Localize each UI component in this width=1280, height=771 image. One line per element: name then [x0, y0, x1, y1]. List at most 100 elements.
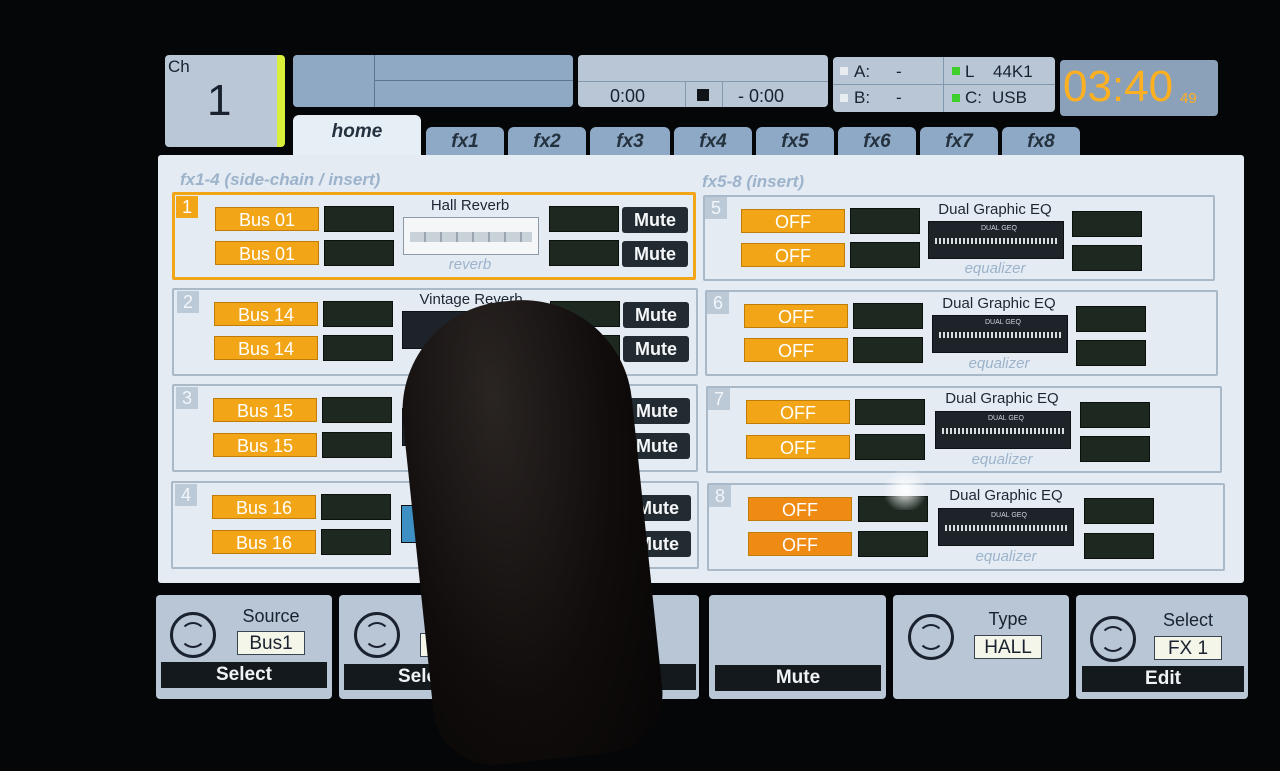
fx-name: Dual Graphic EQ: [942, 295, 1056, 312]
sample-rate-led-icon: [952, 67, 960, 75]
fx-name: Hall Reverb: [430, 197, 510, 214]
input-meter-b: [850, 242, 920, 268]
fx-name: Dual Graphic EQ: [945, 390, 1059, 407]
fx-source-b[interactable]: Bus 01: [215, 241, 319, 265]
rotary-encoder-icon[interactable]: [170, 612, 216, 658]
input-a-label: A:: [854, 62, 871, 81]
fx-thumbnail-caption: DUAL GEQ: [985, 319, 1021, 326]
tab-home[interactable]: home: [293, 115, 421, 157]
edit-button[interactable]: Edit: [1082, 666, 1244, 692]
tab-fx4[interactable]: fx4: [674, 127, 752, 157]
control-label: Select: [1162, 610, 1214, 630]
control-value: FX 1: [1154, 636, 1222, 660]
fx-type: reverb: [448, 256, 492, 273]
output-meter-b: [1084, 533, 1154, 559]
divider: [833, 84, 1055, 85]
fx-type: equalizer: [968, 355, 1030, 372]
fx-source-b[interactable]: OFF: [746, 435, 850, 459]
fx-source-b[interactable]: Bus 16: [212, 530, 316, 554]
divider: [374, 55, 375, 107]
input-b-label: B:: [854, 88, 871, 107]
tab-fx2[interactable]: fx2: [508, 127, 586, 157]
rotary-encoder-icon[interactable]: [1090, 616, 1136, 662]
tab-fx7[interactable]: fx7: [920, 127, 998, 157]
rotary-encoder-icon[interactable]: [908, 614, 954, 660]
fx-slot-number: 1: [176, 196, 198, 218]
fx-source-a[interactable]: Bus 16: [212, 495, 316, 519]
input-b-value: -: [896, 88, 902, 107]
rotary-encoder-icon[interactable]: [354, 612, 400, 658]
channel-name-display: [293, 55, 573, 107]
divider: [943, 57, 944, 112]
clock-time: 03:40: [1063, 62, 1174, 111]
output-meter-a: [1076, 306, 1146, 332]
input-a-value: -: [896, 62, 902, 81]
tab-fx1[interactable]: fx1: [426, 127, 504, 157]
fx-source-b[interactable]: OFF: [744, 338, 848, 362]
fx-type: equalizer: [971, 451, 1033, 468]
sample-rate-value: 44K1: [993, 62, 1033, 81]
fx-thumbnail[interactable]: DUAL GEQ: [935, 411, 1071, 449]
fx-source-a[interactable]: Bus 15: [213, 398, 317, 422]
mute-button[interactable]: Mute: [622, 241, 688, 267]
fx-source-a[interactable]: Bus 01: [215, 207, 319, 231]
fx-slot-number: 2: [177, 291, 199, 313]
channel-number: 1: [207, 76, 232, 125]
fx-source-b[interactable]: OFF: [741, 243, 845, 267]
fx-source-b[interactable]: Bus 14: [214, 336, 318, 360]
input-meter-b: [322, 432, 392, 458]
input-meter-b: [323, 335, 393, 361]
input-meter-a: [850, 208, 920, 234]
mute-button[interactable]: Mute: [623, 336, 689, 362]
clock-seconds: 49: [1180, 90, 1197, 107]
input-meter-b: [324, 240, 394, 266]
section-title-fx1-4: fx1-4 (side-chain / insert): [180, 170, 381, 189]
card-value: USB: [992, 88, 1027, 107]
tab-fx5[interactable]: fx5: [756, 127, 834, 157]
fx-thumbnail-caption: DUAL GEQ: [981, 225, 1017, 232]
fx-source-a[interactable]: OFF: [744, 304, 848, 328]
tab-fx8[interactable]: fx8: [1002, 127, 1080, 157]
fx-source-b[interactable]: Bus 15: [213, 433, 317, 457]
input-meter-b: [855, 434, 925, 460]
fx-thumbnail[interactable]: DUAL GEQ: [932, 315, 1068, 353]
output-meter-a: [1084, 498, 1154, 524]
select-button[interactable]: Select: [161, 662, 327, 688]
divider: [685, 82, 686, 107]
output-meter-a: [1080, 402, 1150, 428]
fx-thumbnail[interactable]: [403, 217, 539, 255]
mute-button[interactable]: Mute: [622, 207, 688, 233]
stop-icon[interactable]: [697, 89, 709, 101]
fx-source-a[interactable]: OFF: [741, 209, 845, 233]
fx-source-b[interactable]: OFF: [748, 532, 852, 556]
fx-thumbnail-caption: DUAL GEQ: [988, 415, 1024, 422]
mute-button[interactable]: Mute: [715, 665, 881, 691]
input-meter-a: [322, 397, 392, 423]
fx-thumbnail[interactable]: DUAL GEQ: [928, 221, 1064, 259]
fx-thumbnail[interactable]: DUAL GEQ: [938, 508, 1074, 546]
tab-fx6[interactable]: fx6: [838, 127, 916, 157]
output-meter-b: [1072, 245, 1142, 271]
mute-button[interactable]: Mute: [623, 302, 689, 328]
screen-glare: [880, 470, 930, 510]
fx-type: equalizer: [975, 548, 1037, 565]
input-a-led-icon: [840, 67, 848, 75]
transport-current-time: 0:00: [610, 86, 646, 106]
fx-source-a[interactable]: Bus 14: [214, 302, 318, 326]
fx-source-a[interactable]: OFF: [748, 497, 852, 521]
output-meter-b: [1076, 340, 1146, 366]
input-meter-a: [323, 301, 393, 327]
input-meter-b: [858, 531, 928, 557]
channel-label: Ch: [168, 57, 190, 76]
fx-slot-number: 6: [707, 292, 729, 314]
control-value: Bus1: [237, 631, 305, 655]
input-meter-b: [321, 529, 391, 555]
fx-source-a[interactable]: OFF: [746, 400, 850, 424]
tab-fx3[interactable]: fx3: [590, 127, 670, 157]
output-meter-a: [1072, 211, 1142, 237]
divider: [578, 81, 828, 82]
fx-name: Dual Graphic EQ: [949, 487, 1063, 504]
sample-rate-label: L: [965, 62, 975, 81]
section-title-fx5-8: fx5-8 (insert): [702, 172, 805, 191]
transport-remaining-time: - 0:00: [738, 86, 785, 106]
